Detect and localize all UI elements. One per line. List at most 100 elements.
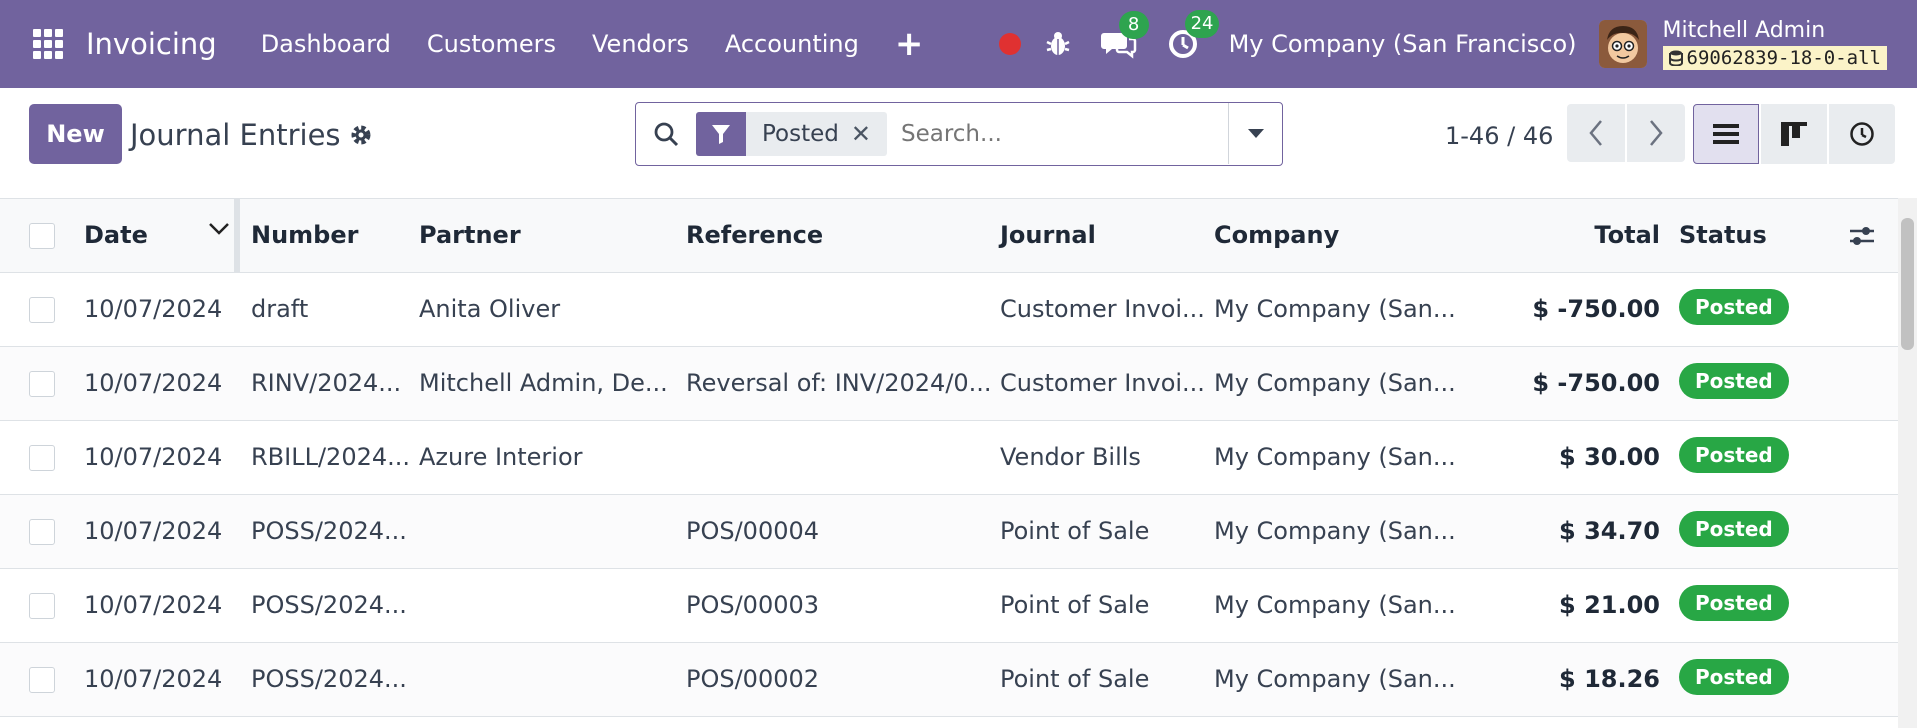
cell-date: 10/07/2024: [84, 591, 223, 619]
list-scrollbar[interactable]: [1898, 198, 1917, 728]
view-switcher: [1693, 104, 1895, 164]
cell-total: $ 34.70: [1559, 517, 1660, 545]
app-name[interactable]: Invoicing: [86, 27, 217, 61]
cell-date: 10/07/2024: [84, 517, 223, 545]
activities-count-badge: 24: [1184, 10, 1220, 38]
cell-number: RINV/2024...: [251, 369, 402, 397]
cell-journal: Point of Sale: [1000, 591, 1150, 619]
cell-number: RBILL/2024...: [251, 443, 411, 471]
clock-icon: [1850, 122, 1874, 146]
cell-date: 10/07/2024: [84, 665, 223, 693]
cell-total: $ -750.00: [1532, 295, 1660, 323]
column-header-partner[interactable]: Partner: [419, 221, 521, 249]
messages-count-badge: 8: [1118, 11, 1149, 39]
row-checkbox[interactable]: [29, 519, 55, 545]
cell-reference: Reversal of: INV/2024/0...: [686, 369, 991, 397]
record-icon[interactable]: [998, 33, 1021, 55]
column-header-journal[interactable]: Journal: [1000, 221, 1096, 249]
cell-date: 10/07/2024: [84, 295, 223, 323]
column-header-total[interactable]: Total: [1460, 221, 1660, 249]
pager-previous-button[interactable]: [1567, 104, 1625, 162]
table-header: Date Number Partner Reference Journal Co…: [0, 199, 1898, 273]
column-header-date[interactable]: Date: [84, 221, 148, 249]
cell-total: $ 30.00: [1559, 443, 1660, 471]
user-avatar[interactable]: [1598, 20, 1647, 68]
caret-down-icon: [1247, 128, 1264, 138]
cell-company: My Company (San...: [1214, 443, 1454, 471]
optional-columns-icon[interactable]: [1848, 223, 1876, 249]
status-badge: Posted: [1679, 585, 1789, 621]
cell-journal: Customer Invoi...: [1000, 295, 1205, 323]
search-icon[interactable]: [636, 104, 696, 164]
table-row[interactable]: 10/07/2024 POSS/2024... POS/00003 Point …: [0, 569, 1898, 643]
kanban-view-button[interactable]: [1761, 104, 1827, 164]
search-bar: Posted ✕: [635, 102, 1283, 166]
kanban-icon: [1781, 122, 1807, 146]
cell-reference: POS/00004: [686, 517, 820, 545]
pager-next-button[interactable]: [1627, 104, 1685, 162]
select-all-checkbox[interactable]: [29, 223, 55, 249]
column-header-reference[interactable]: Reference: [686, 221, 823, 249]
activity-view-button[interactable]: [1829, 104, 1895, 164]
cell-number: draft: [251, 295, 309, 323]
sort-chevron-down-icon[interactable]: [208, 221, 230, 237]
menu-dashboard[interactable]: Dashboard: [243, 30, 409, 58]
pager-value[interactable]: 1-46 / 46: [1445, 122, 1553, 150]
menu-vendors[interactable]: Vendors: [574, 30, 707, 58]
close-icon[interactable]: ✕: [851, 120, 887, 148]
apps-grid-icon: [33, 29, 63, 59]
control-panel: New Journal Entries Posted ✕ Search... 1…: [0, 88, 1917, 198]
table-row[interactable]: 10/07/2024 POSS/2024... POS/00002 Point …: [0, 643, 1898, 717]
user-name: Mitchell Admin: [1662, 18, 1826, 43]
cell-partner: Anita Oliver: [419, 295, 561, 323]
row-checkbox[interactable]: [29, 297, 55, 323]
chevron-left-icon: [1589, 120, 1602, 146]
page-title: Journal Entries: [130, 118, 373, 152]
database-name: 69062839-18-0-all: [1686, 47, 1881, 69]
search-input[interactable]: [900, 121, 1201, 147]
cell-number: POSS/2024...: [251, 517, 407, 545]
plus-icon[interactable]: +: [877, 27, 942, 61]
user-menu[interactable]: Mitchell Admin 69062839-18-0-all: [1662, 18, 1887, 70]
column-header-number[interactable]: Number: [251, 221, 358, 249]
row-checkbox[interactable]: [29, 593, 55, 619]
cell-company: My Company (San...: [1214, 591, 1454, 619]
cell-number: POSS/2024...: [251, 591, 407, 619]
gear-icon[interactable]: [349, 123, 373, 147]
pager-buttons: [1567, 104, 1685, 162]
column-header-company[interactable]: Company: [1214, 221, 1339, 249]
journal-entries-list: Date Number Partner Reference Journal Co…: [0, 198, 1898, 728]
cell-total: $ -750.00: [1532, 369, 1660, 397]
chevron-right-icon: [1650, 120, 1663, 146]
cell-company: My Company (San...: [1214, 517, 1454, 545]
table-row[interactable]: 10/07/2024 POSS/2024... POS/00004 Point …: [0, 495, 1898, 569]
menu-customers[interactable]: Customers: [409, 30, 574, 58]
cell-company: My Company (San...: [1214, 369, 1454, 397]
status-badge: Posted: [1679, 437, 1789, 473]
scrollbar-thumb[interactable]: [1901, 218, 1914, 350]
activities-clock-icon[interactable]: 24: [1167, 10, 1220, 60]
company-switcher[interactable]: My Company (San Francisco): [1229, 30, 1577, 58]
column-resize-handle[interactable]: [234, 199, 240, 273]
messages-icon[interactable]: 8: [1100, 11, 1149, 59]
menu-accounting[interactable]: Accounting: [707, 30, 877, 58]
table-row[interactable]: 10/07/2024 RBILL/2024... Azure Interior …: [0, 421, 1898, 495]
debug-bug-icon[interactable]: [1045, 30, 1071, 58]
cell-journal: Point of Sale: [1000, 665, 1150, 693]
new-button[interactable]: New: [29, 104, 122, 164]
search-options-toggle[interactable]: [1228, 103, 1282, 164]
table-row[interactable]: 10/07/2024 draft Anita Oliver Customer I…: [0, 273, 1898, 347]
row-checkbox[interactable]: [29, 667, 55, 693]
apps-menu-button[interactable]: [16, 0, 80, 88]
column-header-status[interactable]: Status: [1679, 221, 1767, 249]
table-row[interactable]: 10/07/2024 RINV/2024... Mitchell Admin, …: [0, 347, 1898, 421]
database-icon: [1668, 50, 1683, 66]
list-icon: [1713, 124, 1739, 144]
list-view-button[interactable]: [1693, 104, 1759, 164]
cell-total: $ 21.00: [1559, 591, 1660, 619]
cell-company: My Company (San...: [1214, 295, 1454, 323]
row-checkbox[interactable]: [29, 445, 55, 471]
cell-partner: Mitchell Admin, De...: [419, 369, 668, 397]
row-checkbox[interactable]: [29, 371, 55, 397]
status-badge: Posted: [1679, 511, 1789, 547]
